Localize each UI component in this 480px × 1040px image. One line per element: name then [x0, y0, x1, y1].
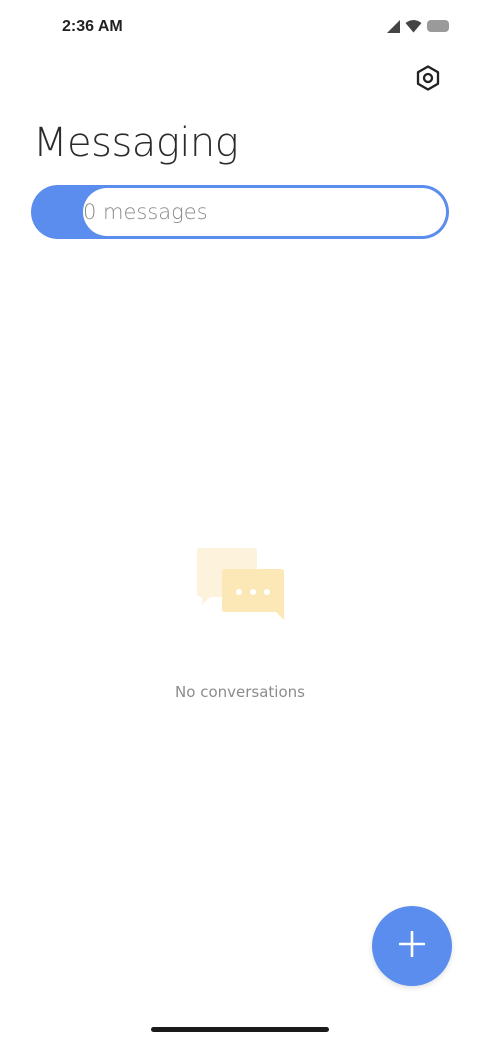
plus-icon	[398, 930, 426, 962]
page-title: Messaging	[33, 120, 239, 166]
wifi-icon	[405, 19, 422, 38]
message-count-label: 0 messages	[83, 200, 208, 224]
gesture-navigation-bar[interactable]	[151, 1027, 329, 1032]
cellular-signal-icon	[386, 19, 400, 38]
gear-icon	[415, 64, 441, 96]
status-bar: 2:36 AM	[0, 0, 480, 56]
messaging-screen: 2:36 AM Messaging 0 messages No conversa…	[0, 0, 480, 1040]
new-conversation-button[interactable]	[372, 906, 452, 986]
chat-bubbles-icon	[196, 546, 286, 626]
status-icons	[386, 19, 449, 38]
battery-icon	[427, 19, 449, 37]
empty-state-text: No conversations	[175, 683, 305, 701]
settings-button[interactable]	[404, 56, 452, 104]
status-time: 2:36 AM	[62, 18, 123, 35]
